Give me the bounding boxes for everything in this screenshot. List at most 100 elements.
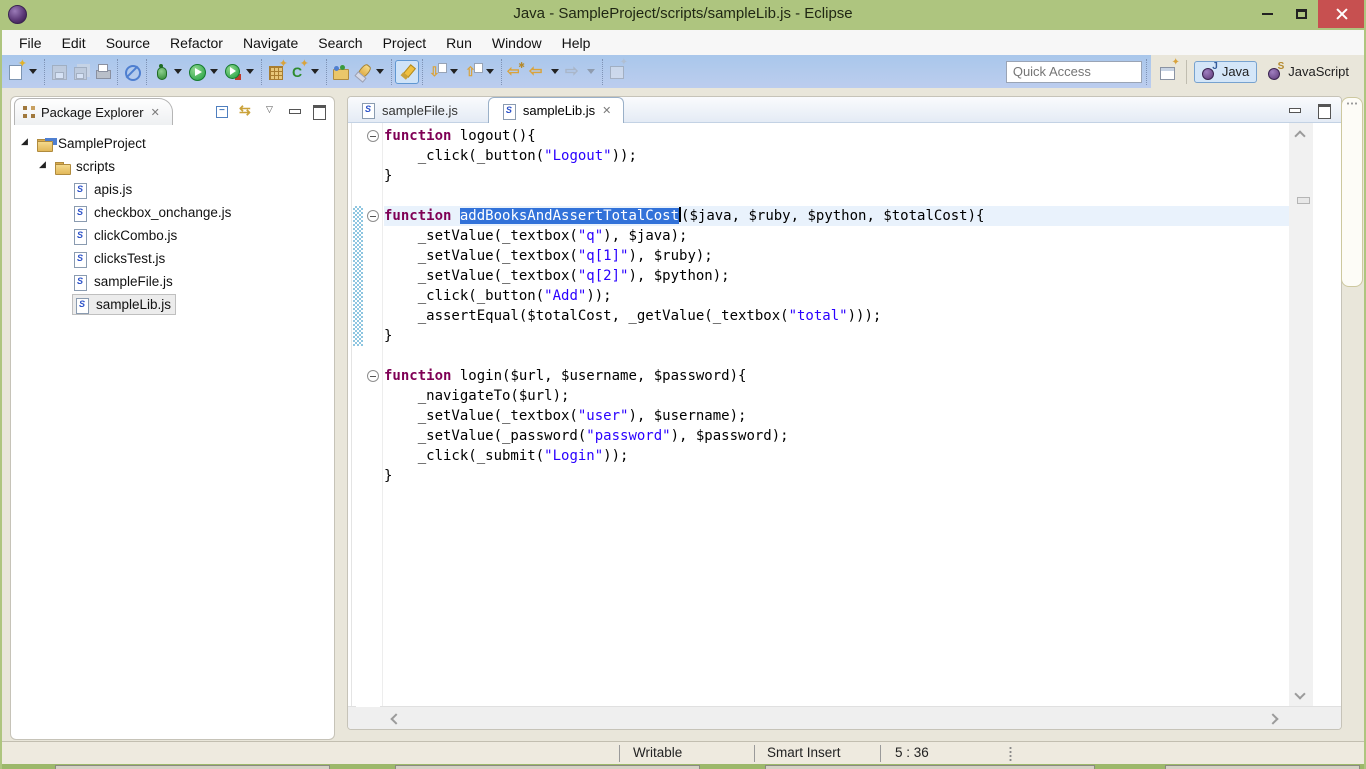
- editor-tab-samplefile.js[interactable]: sampleFile.js: [348, 97, 470, 123]
- debug-button[interactable]: [150, 61, 186, 83]
- link-with-editor-icon[interactable]: [239, 102, 256, 119]
- tree-item-label: clickCombo.js: [94, 228, 178, 243]
- dropdown-arrow-icon[interactable]: [311, 69, 319, 74]
- code-token: ));: [611, 148, 637, 164]
- dropdown-arrow-icon[interactable]: [450, 69, 458, 74]
- run-icon: [188, 63, 206, 81]
- tree-item-apis-js[interactable]: apis.js: [11, 178, 334, 201]
- dropdown-arrow-icon[interactable]: [29, 69, 37, 74]
- code-line: }: [384, 166, 1289, 186]
- code-line: _setValue(_textbox("q[1]"), $ruby);: [384, 246, 1289, 266]
- close-view-icon[interactable]: ✕: [151, 106, 160, 119]
- save-all-button[interactable]: [70, 61, 92, 83]
- dropdown-arrow-icon[interactable]: [246, 69, 254, 74]
- editor-tab-label: sampleLib.js: [522, 103, 596, 118]
- maximize-button[interactable]: [1284, 0, 1318, 28]
- scroll-up-icon[interactable]: [1294, 130, 1306, 142]
- menu-run[interactable]: Run: [437, 33, 481, 53]
- code-area[interactable]: function logout(){ _click(_button("Logou…: [384, 123, 1289, 707]
- dropdown-arrow-icon[interactable]: [486, 69, 494, 74]
- mark-occurrences-button[interactable]: [395, 59, 419, 84]
- maximize-editor-icon[interactable]: [1316, 102, 1333, 119]
- dropdown-arrow-icon[interactable]: [376, 69, 384, 74]
- menu-navigate[interactable]: Navigate: [234, 33, 307, 53]
- horizontal-scrollbar[interactable]: [348, 689, 1341, 729]
- last-edit-location-button[interactable]: [505, 61, 527, 83]
- new-class-button[interactable]: [287, 57, 323, 83]
- editor-tab-bar: sampleFile.js sampleLib.js ✕: [348, 97, 1341, 123]
- skip-all-breakpoints-button[interactable]: [121, 61, 143, 83]
- code-token: )));: [847, 308, 882, 324]
- scroll-left-icon[interactable]: [390, 713, 402, 725]
- status-writable: Writable: [633, 745, 683, 760]
- back-button[interactable]: [527, 61, 563, 83]
- menu-refactor[interactable]: Refactor: [161, 33, 232, 53]
- minimize-view-icon[interactable]: [287, 103, 304, 119]
- vertical-scrollbar[interactable]: [1289, 123, 1313, 707]
- minimize-button[interactable]: [1250, 0, 1284, 28]
- run-coverage-button[interactable]: [222, 61, 258, 83]
- quick-access-input[interactable]: [1005, 60, 1142, 83]
- perspective-javascript[interactable]: JavaScript: [1261, 61, 1356, 82]
- menu-search[interactable]: Search: [309, 33, 371, 53]
- close-tab-icon[interactable]: ✕: [602, 104, 611, 117]
- scroll-right-icon[interactable]: [1267, 713, 1279, 725]
- run-coverage-icon: [224, 62, 242, 81]
- tree-item-checkbox_onchange-js[interactable]: checkbox_onchange.js: [11, 201, 334, 224]
- expand-arrow-icon[interactable]: [21, 136, 31, 149]
- previous-annotation-button[interactable]: [462, 61, 498, 83]
- code-token: _navigateTo($url);: [384, 388, 570, 404]
- expand-arrow-icon[interactable]: [39, 159, 49, 172]
- editor-panel: sampleFile.js sampleLib.js ✕ function logo…: [347, 96, 1342, 730]
- code-line: }: [384, 326, 1289, 346]
- menu-help[interactable]: Help: [553, 33, 600, 53]
- open-perspective-button[interactable]: [1157, 57, 1180, 83]
- tree-item-clickcombo-js[interactable]: clickCombo.js: [11, 224, 334, 247]
- tree-item-sampleproject[interactable]: SampleProject: [11, 132, 334, 155]
- print-icon: [94, 63, 112, 81]
- next-annotation-button[interactable]: [426, 61, 462, 83]
- collapse-region-icon[interactable]: [367, 370, 379, 382]
- scroll-down-icon[interactable]: [1294, 688, 1306, 700]
- close-button[interactable]: [1318, 0, 1364, 28]
- toolbar-groups: [2, 57, 631, 85]
- forward-button[interactable]: [563, 61, 599, 83]
- menu-edit[interactable]: Edit: [53, 33, 95, 53]
- menu-source[interactable]: Source: [97, 33, 159, 53]
- view-menu-icon[interactable]: [263, 103, 280, 119]
- code-line: _setValue(_textbox("q[2]"), $python);: [384, 266, 1289, 286]
- open-task-button[interactable]: [330, 61, 352, 83]
- new-wizard-button[interactable]: [5, 57, 41, 83]
- package-explorer-tab[interactable]: Package Explorer ✕: [14, 98, 173, 125]
- print-button[interactable]: [92, 61, 114, 83]
- perspective-separator: [1185, 59, 1187, 84]
- editor-tab-samplelib.js[interactable]: sampleLib.js ✕: [487, 97, 625, 123]
- tree-item-scripts[interactable]: scripts: [11, 155, 334, 178]
- maximize-view-icon[interactable]: [311, 103, 328, 120]
- menu-file[interactable]: File: [10, 33, 51, 53]
- dropdown-arrow-icon[interactable]: [551, 69, 559, 74]
- search-button[interactable]: [352, 61, 388, 83]
- tree-item-clickstest-js[interactable]: clicksTest.js: [11, 247, 334, 270]
- pin-editor-button[interactable]: [606, 57, 628, 83]
- perspective-java[interactable]: Java: [1193, 60, 1258, 83]
- dropdown-arrow-icon[interactable]: [587, 69, 595, 74]
- dropdown-arrow-icon[interactable]: [210, 69, 218, 74]
- dropdown-arrow-icon[interactable]: [174, 69, 182, 74]
- minimize-editor-icon[interactable]: [1287, 102, 1304, 118]
- collapse-region-icon[interactable]: [367, 130, 379, 142]
- run-button[interactable]: [186, 61, 222, 83]
- new-java-project-button[interactable]: [265, 57, 288, 83]
- tree-item-label: checkbox_onchange.js: [94, 205, 232, 220]
- collapse-all-icon[interactable]: [215, 103, 232, 119]
- save-button[interactable]: [48, 61, 70, 83]
- code-token: "q[1]": [577, 248, 629, 264]
- menu-project[interactable]: Project: [374, 33, 436, 53]
- collapse-region-icon[interactable]: [367, 210, 379, 222]
- tree-item-samplelib-js[interactable]: sampleLib.js: [11, 293, 334, 316]
- js-file-icon: [501, 103, 518, 120]
- status-insert-mode: Smart Insert: [767, 745, 841, 760]
- menu-window[interactable]: Window: [483, 33, 551, 53]
- tree-item-samplefile-js[interactable]: sampleFile.js: [11, 270, 334, 293]
- trim-grip[interactable]: [1346, 102, 1358, 105]
